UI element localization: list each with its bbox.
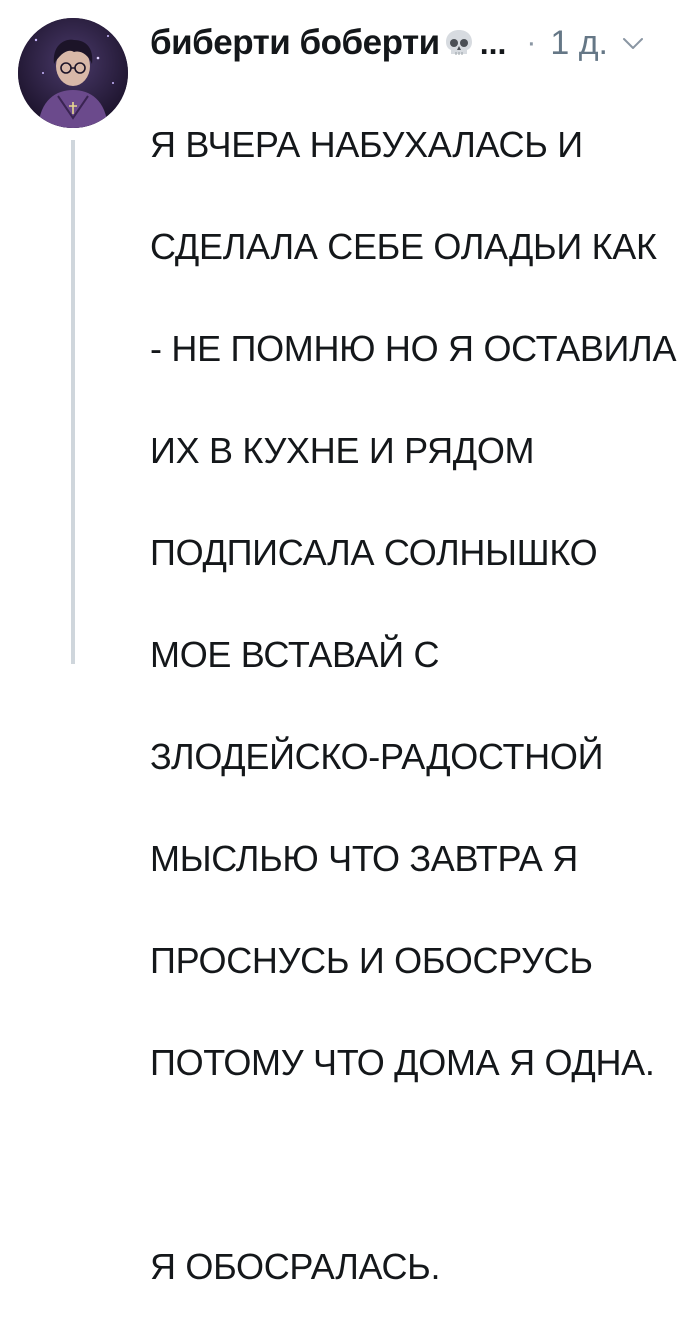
- chevron-down-icon[interactable]: [620, 30, 646, 56]
- skull-emoji-icon: [442, 26, 476, 60]
- tweet-text-line: - НЕ ПОМНЮ НО Я ОСТАВИЛА: [150, 328, 677, 369]
- tweet-text-line: ПОДПИСАЛА СОЛНЫШКО: [150, 532, 598, 573]
- tweet[interactable]: биберти боберти ... · 1 д. Я ВЧЕРА НАБУХ…: [0, 0, 700, 1287]
- tweet-text-line: МЫСЛЬЮ ЧТО ЗАВТРА Я: [150, 838, 578, 879]
- tweet-text-line: МОЕ ВСТАВАЙ С: [150, 634, 440, 675]
- thread-line: [71, 140, 75, 664]
- tweet-text: Я ВЧЕРА НАБУХАЛАСЬ И СДЕЛАЛА СЕБЕ ОЛАДЬИ…: [150, 68, 695, 1328]
- avatar-image: [18, 18, 128, 128]
- tweet-text-line: СДЕЛАЛА СЕБЕ ОЛАДЬИ КАК: [150, 226, 657, 267]
- tweet-header: биберти боберти ... · 1 д.: [150, 18, 690, 68]
- author-name[interactable]: биберти боберти: [150, 23, 440, 63]
- avatar[interactable]: [18, 18, 128, 128]
- tweet-text-line: ПРОСНУСЬ И ОБОСРУСЬ: [150, 940, 593, 981]
- name-truncation: ...: [479, 24, 507, 61]
- tweet-text-line: ИХ В КУХНЕ И РЯДОМ: [150, 430, 535, 471]
- paragraph-break: [150, 1139, 695, 1190]
- tweet-text-line: Я ВЧЕРА НАБУХАЛАСЬ И: [150, 124, 583, 165]
- tweet-text-final-line: Я ОБОСРАЛАСЬ.: [150, 1246, 441, 1287]
- timestamp[interactable]: 1 д.: [550, 24, 608, 63]
- tweet-text-line: ЗЛОДЕЙСКО-РАДОСТНОЙ: [150, 736, 604, 777]
- tweet-text-line: ПОТОМУ ЧТО ДОМА Я ОДНА.: [150, 1042, 655, 1083]
- separator-dot: ·: [526, 26, 537, 59]
